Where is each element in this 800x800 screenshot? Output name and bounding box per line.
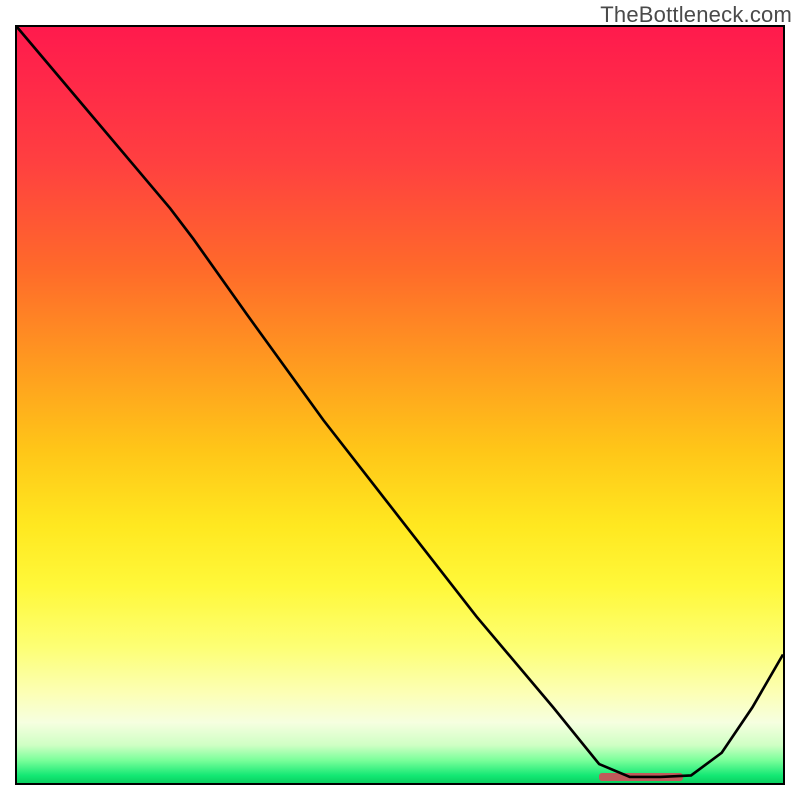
bottleneck-curve [17, 27, 783, 777]
watermark-text: TheBottleneck.com [600, 2, 792, 28]
plot-area [15, 25, 785, 785]
curve-overlay [17, 27, 783, 783]
chart-frame: TheBottleneck.com [0, 0, 800, 800]
